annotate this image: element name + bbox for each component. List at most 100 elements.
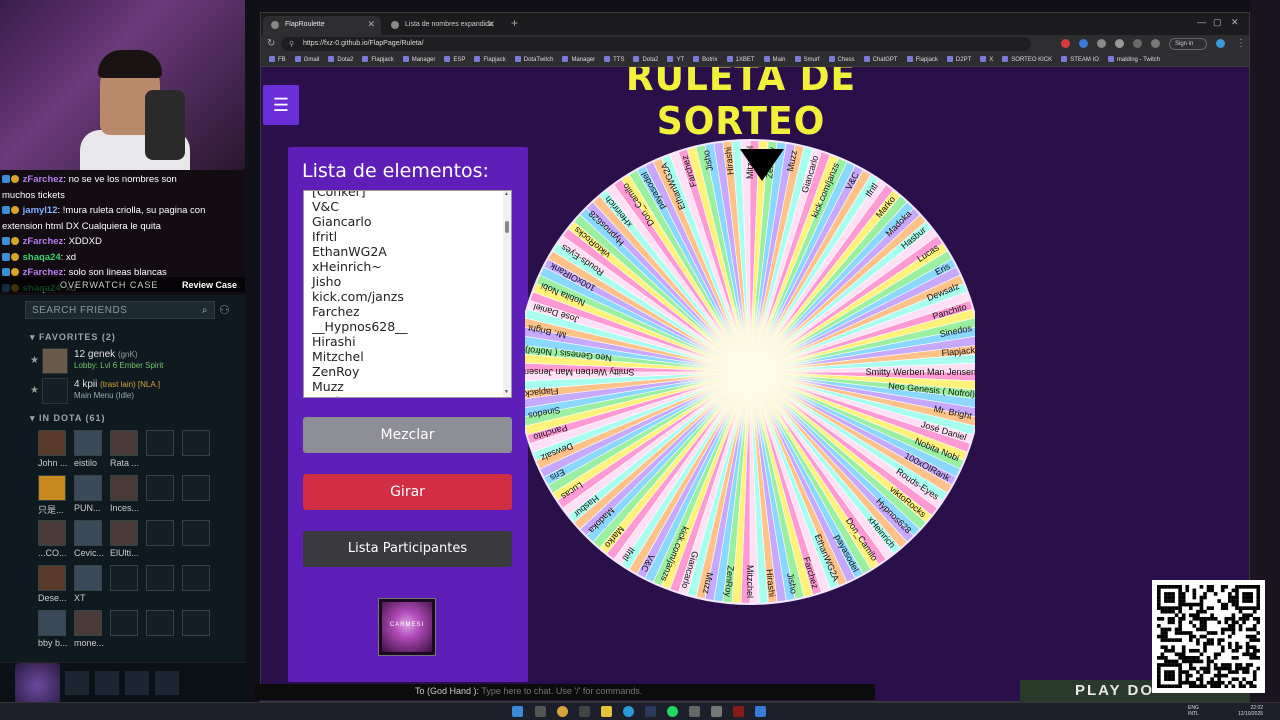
new-tab-button[interactable]: + [511, 16, 518, 30]
search-friends-input[interactable]: SEARCH FRIENDS ⌕ [25, 301, 215, 319]
dock-slot[interactable] [125, 671, 149, 695]
friend-tile[interactable]: ElUlti... [110, 520, 140, 560]
friend-tile[interactable]: Rata ... [110, 430, 140, 470]
bookmark-item[interactable]: STEAM IO [1061, 56, 1099, 63]
shuffle-button[interactable]: Mezclar [303, 417, 512, 453]
chat-username[interactable]: zFarchez [23, 236, 64, 247]
bookmark-item[interactable]: ChatGPT [864, 56, 898, 63]
friend-row[interactable]: ★ 4 kpii (trast lain) [NLA.] Main Menu (… [30, 378, 230, 406]
chat-username[interactable]: jamyl12 [23, 205, 58, 216]
tab-lista-nombres[interactable]: Lista de nombres expandida ✕ [383, 16, 501, 35]
star-icon[interactable]: ★ [30, 355, 39, 366]
bookmark-item[interactable]: Dota2 [633, 56, 658, 63]
friend-row[interactable]: ★ 12 genek (gnK) Lobby: Lvl 6 Ember Spir… [30, 348, 230, 376]
friend-tile[interactable]: mone... [74, 610, 104, 650]
bookmark-item[interactable]: Smurf [795, 56, 820, 63]
bookmark-item[interactable]: 1XBET [727, 56, 755, 63]
extension-icon[interactable] [1133, 39, 1142, 48]
app-icon[interactable] [579, 706, 590, 717]
bookmark-item[interactable]: SORTEO KICK [1002, 56, 1052, 63]
participants-button[interactable]: Lista Participantes [303, 531, 512, 567]
favorites-header[interactable]: ▾ FAVORITES (2) [30, 332, 116, 343]
clock[interactable]: 22:02 12/10/2025 [1238, 705, 1263, 717]
maximize-button[interactable]: ▢ [1213, 17, 1222, 28]
extension-icon[interactable] [1115, 39, 1124, 48]
spotify-icon[interactable] [667, 706, 678, 717]
bookmark-item[interactable]: TTS [604, 56, 624, 63]
folder-icon[interactable] [601, 706, 612, 717]
app-icon[interactable] [711, 706, 722, 717]
friend-tile[interactable]: bby b... [38, 610, 68, 650]
star-icon[interactable]: ★ [30, 385, 39, 396]
friend-tile[interactable]: Dese... [38, 565, 68, 605]
url-input[interactable]: ⚲ https://fxz-0.github.io/FlapPage/Rulet… [281, 37, 1031, 51]
scroll-up-icon[interactable]: ▲ [504, 191, 509, 197]
in-dota-header[interactable]: ▾ IN DOTA (61) [30, 413, 106, 424]
language-indicator[interactable]: ENG INTL [1188, 705, 1199, 717]
bookmark-item[interactable]: Botrix [693, 56, 717, 63]
bookmark-item[interactable]: FB [269, 56, 286, 63]
bookmark-item[interactable]: Main [764, 56, 786, 63]
bookmark-item[interactable]: YT [667, 56, 684, 63]
edge-icon[interactable] [623, 706, 634, 717]
chat-username[interactable]: zFarchez [23, 174, 64, 185]
dock-slot[interactable] [95, 671, 119, 695]
bookmark-item[interactable]: DotaTwitch [515, 56, 554, 63]
bookmark-item[interactable]: ESP [444, 56, 465, 63]
app-icon[interactable] [689, 706, 700, 717]
start-icon[interactable] [512, 706, 523, 717]
carmesi-card[interactable]: CARMESI [378, 598, 436, 656]
extension-icon[interactable] [1061, 39, 1070, 48]
review-case-button[interactable]: Review Case [182, 280, 237, 290]
spin-button[interactable]: Girar [303, 474, 512, 510]
bookmark-item[interactable]: Dota2 [328, 56, 353, 63]
friend-tile[interactable]: Cevic... [74, 520, 104, 560]
minimize-button[interactable]: — [1197, 17, 1206, 27]
extension-icon[interactable] [1097, 39, 1106, 48]
bookmark-item[interactable]: Manager [562, 56, 595, 63]
elements-textarea[interactable]: [Conker] V&C Giancarlo Ifritl EthanWG2A xHein… [303, 190, 512, 398]
history-icon[interactable] [1151, 39, 1160, 48]
close-icon[interactable]: ✕ [367, 19, 375, 30]
steam-icon[interactable] [645, 706, 656, 717]
friend-tile[interactable]: XT [74, 565, 104, 605]
window-close-button[interactable]: ✕ [1231, 17, 1239, 28]
roulette-wheel[interactable]: Smitty Werben Man Jensen Neo Genesis ( No… [517, 137, 983, 607]
chrome-icon[interactable] [557, 706, 568, 717]
search-icon[interactable] [535, 706, 546, 717]
extension-icon[interactable] [1079, 39, 1088, 48]
extension-icon[interactable] [1216, 39, 1225, 48]
friend-tile[interactable]: 只是... [38, 475, 68, 515]
list-scrollbar[interactable]: ▲ ▼ [503, 191, 511, 397]
add-friend-icon[interactable]: ⚇ [219, 303, 230, 317]
scrollbar-thumb[interactable] [505, 221, 509, 233]
dock-slot[interactable] [155, 671, 179, 695]
friend-tile[interactable]: John ... [38, 430, 68, 470]
bookmark-item[interactable]: Flapjack [362, 56, 393, 63]
bookmark-item[interactable]: malding - Twitch [1108, 56, 1160, 63]
bookmark-item[interactable]: Flapjack [474, 56, 505, 63]
sign-in-button[interactable]: Sign in [1169, 38, 1207, 50]
chat-username[interactable]: shaqa24 [23, 252, 61, 263]
scroll-down-icon[interactable]: ▼ [504, 389, 509, 395]
bookmark-item[interactable]: D2PT [947, 56, 971, 63]
friend-tile[interactable]: ...CO... [38, 520, 68, 560]
friend-tile[interactable]: PUN... [74, 475, 104, 515]
dota-icon[interactable] [733, 706, 744, 717]
bookmark-item[interactable]: Manager [403, 56, 436, 63]
app-icon[interactable] [755, 706, 766, 717]
hamburger-menu-button[interactable]: ☰ [263, 85, 299, 125]
bookmark-item[interactable]: Chess [829, 56, 855, 63]
dock-slot[interactable] [65, 671, 89, 695]
bookmark-item[interactable]: Gmail [295, 56, 320, 63]
friend-tile[interactable]: Inces... [110, 475, 140, 515]
friend-tile[interactable]: eistilo [74, 430, 104, 470]
tab-flaproulette[interactable]: FlapRoulette ✕ [263, 16, 381, 35]
close-icon[interactable]: ✕ [487, 19, 495, 30]
bookmark-item[interactable]: X [980, 56, 993, 63]
bookmark-item[interactable]: Flapjack [907, 56, 938, 63]
reload-icon[interactable]: ↻ [267, 38, 275, 49]
overwatch-banner: OVERWATCH CASE Review Case [0, 277, 245, 292]
menu-dots-icon[interactable]: ⋮ [1236, 38, 1246, 49]
dota-chat-bar[interactable]: To (God Hand ): Type here to chat. Use '… [255, 684, 875, 700]
